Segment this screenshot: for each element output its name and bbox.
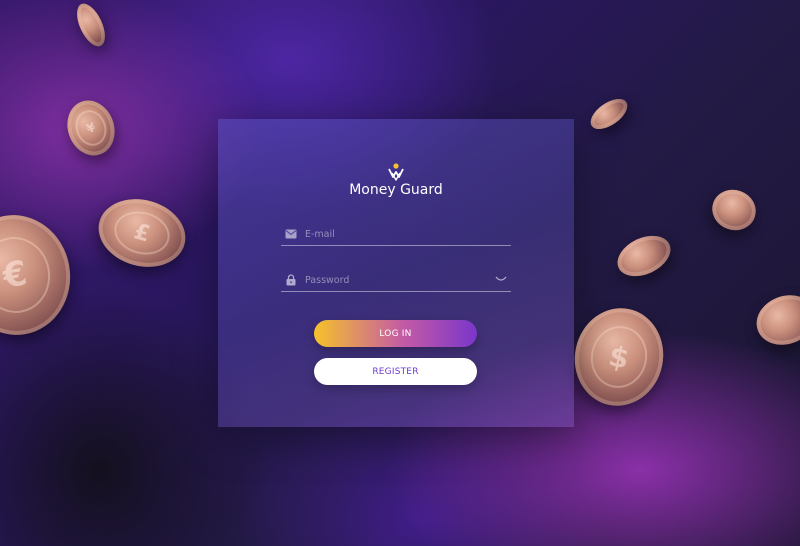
password-field[interactable]: Password [281,269,511,292]
coin-icon [585,92,633,136]
brand-logo: Money Guard [218,163,574,198]
coin-icon: $ [565,299,673,415]
coin-symbol: ¥ [71,106,111,150]
coin-icon: £ [90,189,194,277]
register-button[interactable]: REGISTER [314,358,477,385]
coin-icon [71,0,111,51]
coin-icon [706,183,762,237]
coin-icon [611,227,677,285]
envelope-icon [285,228,297,240]
lock-icon [285,274,297,286]
coin-icon [749,287,800,353]
coin-symbol: € [0,231,57,319]
coin-symbol: £ [109,205,175,261]
coin-icon: € [0,206,80,344]
email-field[interactable]: E-mail [281,223,511,246]
login-card: Money Guard E-mail Password LOG IN REGIS… [218,119,574,427]
money-guard-logo-icon [388,163,404,181]
coin-icon: ¥ [59,93,123,163]
password-placeholder: Password [305,274,350,286]
eye-closed-icon[interactable] [495,275,507,283]
brand-title: Money Guard [349,182,443,198]
login-button[interactable]: LOG IN [314,320,477,347]
coin-symbol: $ [584,320,654,394]
email-placeholder: E-mail [305,228,335,240]
